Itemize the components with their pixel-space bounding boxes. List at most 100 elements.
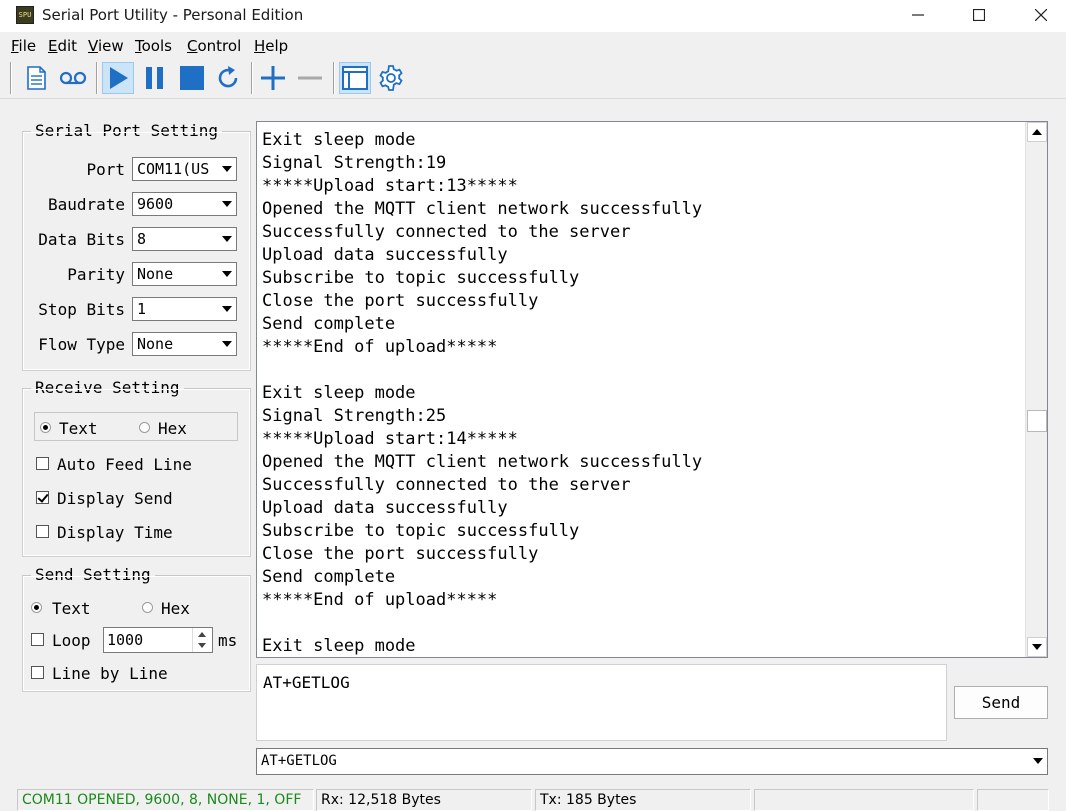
stopbits-select[interactable]: 1 [132, 297, 237, 321]
scroll-down-icon[interactable] [1027, 637, 1047, 657]
pause-icon [146, 67, 163, 89]
send-text-radio[interactable] [31, 602, 42, 613]
port-label: Port [86, 160, 125, 179]
scroll-thumb[interactable] [1027, 410, 1047, 432]
maximize-button[interactable] [956, 0, 1002, 30]
port-select[interactable]: COM11(US [132, 157, 237, 181]
flowtype-label: Flow Type [38, 335, 125, 354]
menu-edit-label: Edit [48, 37, 78, 55]
receive-line: Upload data successfully [262, 498, 508, 518]
line-by-line-label: Line by Line [52, 664, 168, 683]
databits-label: Data Bits [38, 230, 125, 249]
receive-line: Upload data successfully [262, 245, 508, 265]
databits-select[interactable]: 8 [132, 227, 237, 251]
toolbar-separator [251, 62, 253, 94]
stopbits-value: 1 [137, 300, 147, 318]
scroll-up-icon[interactable] [1027, 122, 1047, 142]
loop-interval-value: 1000 [107, 631, 144, 649]
toolbar-separator [96, 62, 98, 94]
close-button[interactable] [1018, 0, 1064, 30]
receive-text-radio[interactable] [40, 422, 51, 433]
record-icon [59, 71, 87, 85]
menu-view[interactable]: View [88, 37, 124, 55]
send-input[interactable]: AT+GETLOG [256, 664, 947, 741]
menu-view-label: View [88, 37, 124, 55]
chevron-down-icon [216, 333, 236, 355]
status-bar: COM11 OPENED, 9600, 8, NONE, 1, OFF Rx: … [0, 787, 1066, 811]
receive-line: Send complete [262, 314, 396, 334]
send-text-label: Text [52, 599, 91, 618]
chevron-down-icon [216, 298, 236, 320]
minimize-icon [912, 14, 924, 16]
toolbar [0, 57, 1066, 99]
gear-icon [379, 65, 403, 91]
send-setting-title: Send Setting [31, 565, 155, 584]
auto-feed-line-checkbox[interactable] [36, 457, 49, 470]
remove-button[interactable] [294, 62, 326, 94]
add-button[interactable] [257, 62, 289, 94]
close-icon [1035, 9, 1047, 21]
display-time-label: Display Time [57, 523, 173, 542]
status-rx: Rx: 12,518 Bytes [316, 789, 532, 811]
baudrate-value: 9600 [137, 195, 174, 213]
parity-select[interactable]: None [132, 262, 237, 286]
menu-tools[interactable]: Tools [135, 37, 172, 55]
add-icon [261, 66, 285, 90]
menu-help[interactable]: Help [254, 37, 288, 55]
receive-line: Exit sleep mode [262, 636, 416, 656]
receive-line: Send complete [262, 567, 396, 587]
receive-line [262, 612, 702, 635]
stepper-buttons[interactable] [192, 628, 212, 652]
minimize-button[interactable] [895, 0, 941, 30]
window-toggle-button[interactable] [339, 62, 371, 94]
baudrate-select[interactable]: 9600 [132, 192, 237, 216]
send-history-select[interactable]: AT+GETLOG [256, 748, 1048, 775]
status-connection: COM11 OPENED, 9600, 8, NONE, 1, OFF [17, 789, 314, 811]
flowtype-select[interactable]: None [132, 332, 237, 356]
receive-hex-radio[interactable] [139, 422, 150, 433]
loop-label: Loop [52, 631, 91, 650]
loop-interval-stepper[interactable]: 1000 [103, 627, 213, 653]
serial-port-setting-title: Serial Port Setting [31, 121, 223, 140]
receive-line: Exit sleep mode [262, 383, 416, 403]
maximize-icon [973, 9, 985, 21]
chevron-down-icon [216, 263, 236, 285]
play-button[interactable] [102, 62, 134, 94]
receive-line: Subscribe to topic successfully [262, 521, 580, 541]
parity-value: None [137, 265, 174, 283]
record-button[interactable] [57, 62, 89, 94]
display-time-checkbox[interactable] [36, 525, 49, 538]
receive-text-label: Text [59, 419, 98, 438]
chevron-down-icon [216, 228, 236, 250]
port-value: COM11(US [137, 160, 210, 178]
receive-scrollbar[interactable] [1025, 122, 1047, 657]
chevron-up-icon[interactable] [198, 632, 206, 637]
line-by-line-checkbox[interactable] [31, 666, 44, 679]
new-document-icon [27, 66, 46, 90]
display-send-checkbox[interactable] [36, 491, 49, 504]
receive-output-text: Exit sleep mode Signal Strength:19 *****Up… [262, 129, 703, 657]
status-empty [977, 789, 1049, 811]
stopbits-label: Stop Bits [38, 300, 125, 319]
pause-button[interactable] [139, 62, 171, 94]
menu-file[interactable]: File [11, 37, 36, 55]
receive-setting-title: Receive Setting [31, 378, 184, 397]
menu-bar: File Edit View Tools Control Help [0, 32, 1066, 56]
send-hex-radio[interactable] [142, 602, 153, 613]
menu-edit[interactable]: Edit [48, 37, 77, 55]
menu-control-label: Control [187, 37, 242, 55]
loop-checkbox[interactable] [31, 633, 44, 646]
send-button[interactable]: Send [954, 686, 1048, 719]
refresh-button[interactable] [212, 62, 244, 94]
stop-button[interactable] [176, 62, 208, 94]
receive-hex-label: Hex [158, 419, 187, 438]
new-document-button[interactable] [20, 62, 52, 94]
receive-line: *****End of upload***** [262, 590, 498, 610]
menu-file-label: File [11, 37, 37, 55]
menu-control[interactable]: Control [187, 37, 241, 55]
chevron-down-icon[interactable] [198, 643, 206, 648]
receive-output[interactable]: Exit sleep mode Signal Strength:19 *****Up… [256, 121, 1048, 658]
settings-button[interactable] [375, 62, 407, 94]
receive-line: Signal Strength:19 [262, 153, 447, 173]
receive-line: Opened the MQTT client network successfu… [262, 452, 703, 472]
